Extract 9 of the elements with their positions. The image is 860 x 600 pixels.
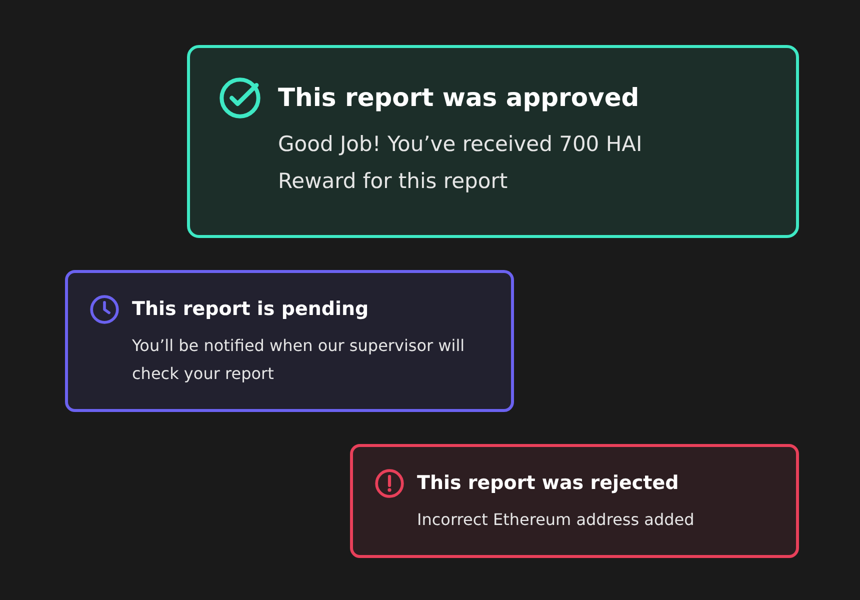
notification-message: You’ll be notified when our supervisor will check your report bbox=[132, 335, 466, 385]
clock-icon bbox=[89, 294, 120, 325]
notification-title: This report is pending bbox=[132, 297, 370, 322]
notification-title: This report was approved bbox=[278, 82, 640, 114]
notification-message: Good Job! You’ve received 700 HAI Reward for this report bbox=[278, 131, 644, 195]
check-circle-icon bbox=[218, 76, 262, 120]
notification-message: Incorrect Ethereum address added bbox=[417, 509, 696, 531]
alert-circle-icon bbox=[374, 468, 405, 499]
notification-title: This report was rejected bbox=[417, 471, 680, 496]
